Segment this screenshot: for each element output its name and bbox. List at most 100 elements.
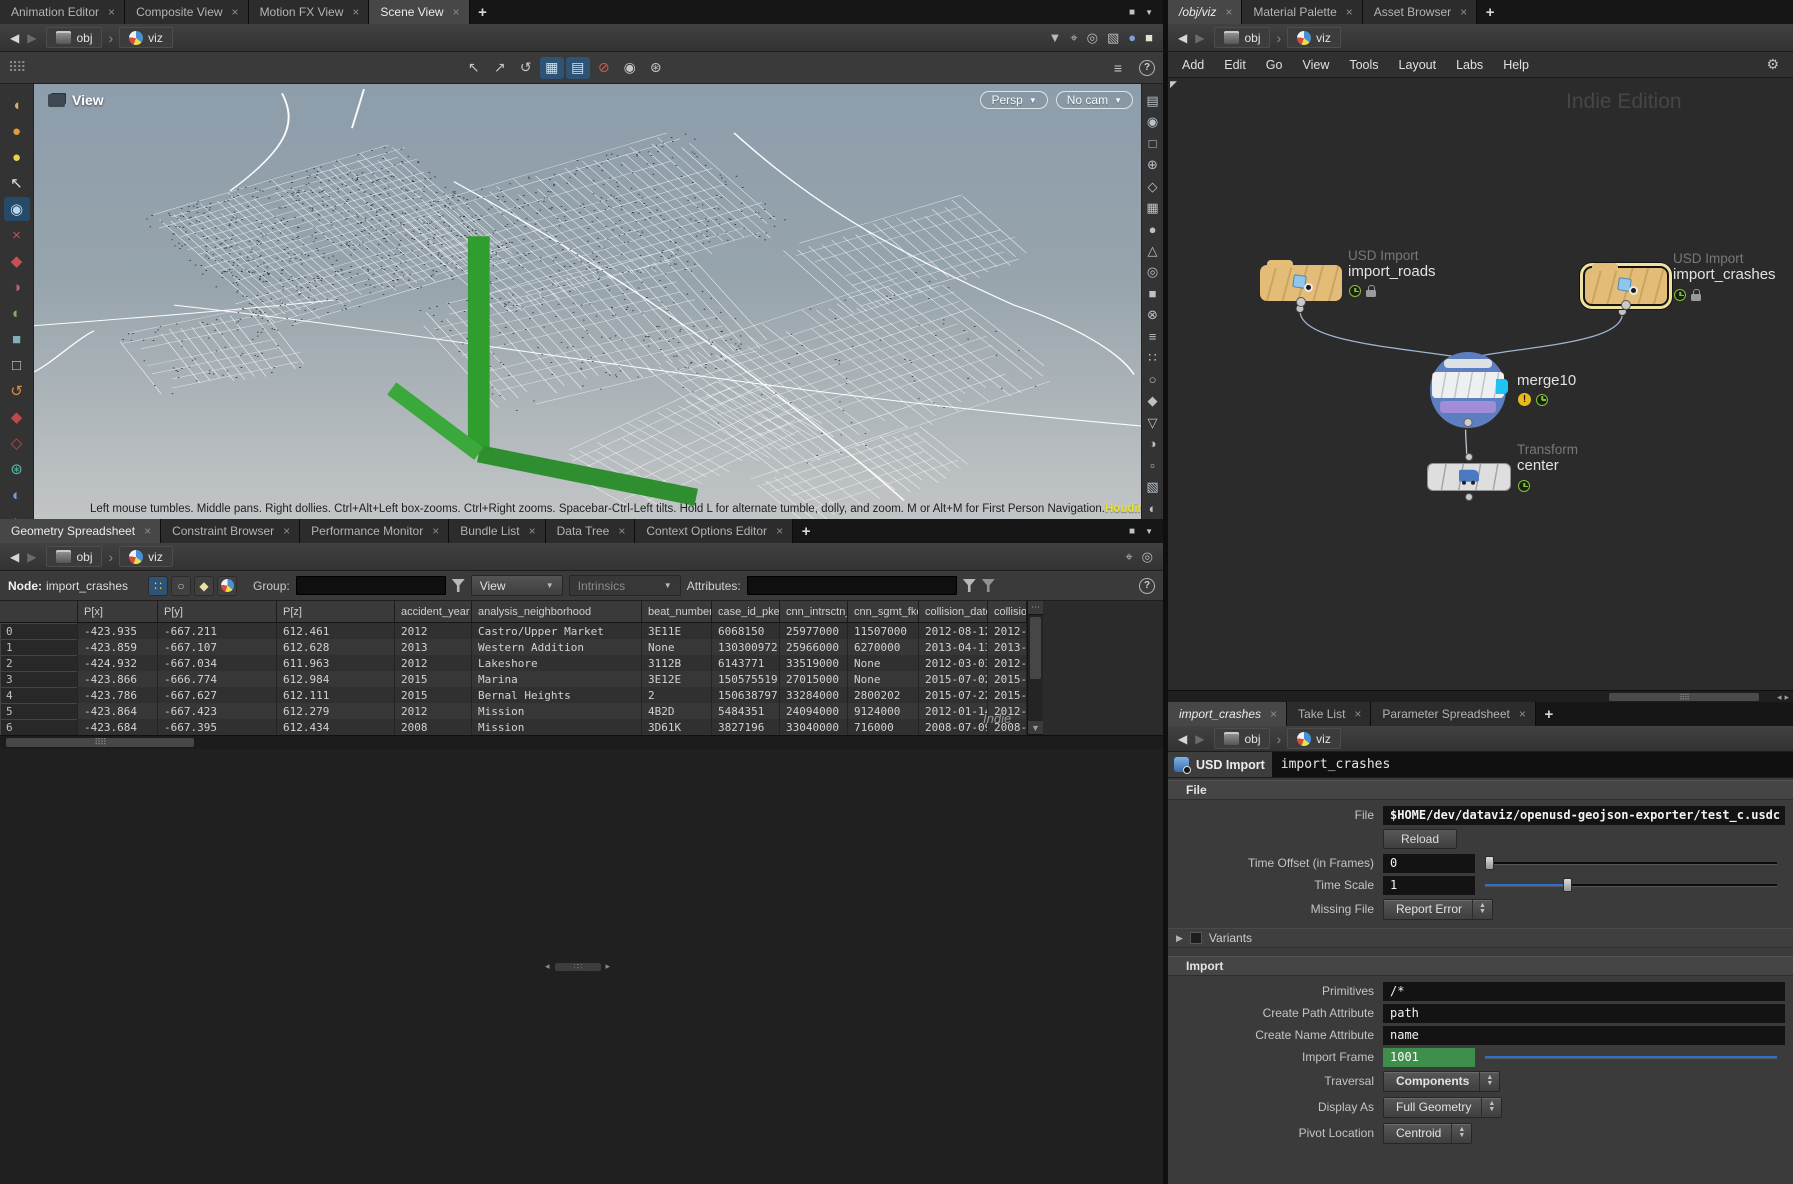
traversal-dropdown[interactable]: Components ▲ ▼ — [1383, 1070, 1501, 1092]
box-tool-icon[interactable]: ■ — [4, 327, 30, 351]
reload-button[interactable]: Reload — [1383, 829, 1458, 849]
table-cell[interactable]: 2013 — [395, 639, 472, 655]
section-import[interactable]: Import — [1168, 956, 1793, 976]
attributes-filter-icon[interactable] — [962, 579, 976, 592]
close-icon[interactable]: × — [352, 5, 359, 19]
sculpt-tool-icon[interactable]: ● — [4, 119, 30, 143]
close-icon[interactable]: × — [1460, 5, 1467, 19]
scroll-right-icon[interactable]: ▸ — [1784, 692, 1789, 703]
column-header[interactable]: cnn_sgmt_fkey — [848, 601, 919, 623]
forward-icon[interactable]: ▶ — [1195, 732, 1204, 746]
table-cell[interactable]: -667.627 — [158, 687, 277, 703]
table-cell[interactable]: 5484351 — [712, 703, 780, 719]
view-lines-icon[interactable]: ≡ — [1149, 326, 1157, 347]
view-moon-icon[interactable]: ◐ — [1149, 498, 1157, 519]
pane-tab[interactable]: Geometry Spreadsheet × — [0, 519, 162, 543]
character-red-icon[interactable]: ◆ — [4, 249, 30, 273]
time-offset-input[interactable]: 0 — [1383, 853, 1475, 873]
view-half-icon[interactable]: ◑ — [1149, 433, 1157, 454]
magnet-tool-icon[interactable]: ◆ — [4, 405, 30, 429]
column-header[interactable]: case_id_pkey — [712, 601, 780, 623]
table-cell[interactable]: -423.786 — [78, 687, 158, 703]
spinner-icon[interactable]: ▲ ▼ — [1451, 1123, 1471, 1143]
table-cell[interactable]: 2012-01-14T — [919, 703, 988, 719]
table-cell[interactable]: 2012-08-12T — [919, 623, 988, 639]
pane-tab[interactable]: Context Options Editor × — [635, 519, 794, 543]
table-cell[interactable]: Lakeshore — [472, 655, 642, 671]
table-cell[interactable]: 33519000 — [780, 655, 848, 671]
pane-tab[interactable]: import_crashes × — [1168, 702, 1288, 726]
back-icon[interactable]: ◀ — [1178, 732, 1187, 746]
table-cell[interactable]: 2008 — [395, 719, 472, 735]
column-overflow-icon[interactable]: ⋯ — [1028, 601, 1043, 615]
menu-item[interactable]: Edit — [1214, 58, 1256, 72]
lasso-select-icon[interactable]: ↺ — [514, 57, 538, 79]
import-frame-input[interactable]: 1001 — [1383, 1047, 1475, 1067]
display-settings-icon[interactable]: ⊛ — [644, 57, 668, 79]
view-box-icon[interactable]: □ — [1149, 133, 1157, 154]
spinner-icon[interactable]: ▲ ▼ — [1481, 1097, 1501, 1117]
link-cube-icon[interactable]: ▧ — [1107, 30, 1119, 46]
view-grid-icon[interactable]: ▤ — [1146, 90, 1158, 111]
table-cell[interactable]: 130300972 — [712, 639, 780, 655]
table-cell[interactable]: 2012-03-03T — [919, 655, 988, 671]
table-cell[interactable]: 150575519 — [712, 671, 780, 687]
row-index-cell[interactable]: 5 — [0, 703, 78, 719]
orbit-tool-icon[interactable]: ↺ — [4, 379, 30, 403]
group-filter-icon[interactable] — [451, 579, 465, 592]
pane-tab[interactable]: Motion FX View × — [248, 0, 370, 24]
breadcrumb-viz[interactable]: viz — [1287, 728, 1341, 749]
node-import-roads[interactable] — [1260, 260, 1342, 301]
view-shade-icon[interactable]: ▧ — [1146, 476, 1158, 497]
paint-mix-icon[interactable]: ◐ — [4, 301, 30, 325]
breadcrumb-obj[interactable]: obj — [1214, 27, 1271, 48]
table-cell[interactable]: Castro/Upper Market — [472, 623, 642, 639]
attributes-filter-alt-icon[interactable] — [981, 579, 995, 592]
path-history-icon[interactable]: ▼ — [1048, 30, 1061, 45]
table-cell[interactable]: 6068150 — [712, 623, 780, 639]
camera-icon[interactable]: ◉ — [618, 57, 642, 79]
table-cell[interactable]: 716000 — [848, 719, 919, 735]
close-icon[interactable]: × — [618, 524, 625, 538]
table-cell[interactable]: Mission — [472, 719, 642, 735]
row-index-cell[interactable]: 1 — [0, 639, 78, 655]
table-cell[interactable]: 3827196 — [712, 719, 780, 735]
vertices-mode-icon[interactable]: ○ — [171, 575, 192, 596]
table-cell[interactable]: -424.932 — [78, 655, 158, 671]
close-icon[interactable]: × — [776, 524, 783, 538]
table-cell[interactable]: 612.279 — [277, 703, 395, 719]
table-cell[interactable]: 4B2D — [642, 703, 712, 719]
table-cell[interactable]: None — [848, 655, 919, 671]
breadcrumb-obj[interactable]: obj — [46, 27, 103, 48]
output-connector[interactable] — [1465, 493, 1473, 501]
box-select-icon[interactable]: ▦ — [539, 56, 564, 79]
view-tri-down-icon[interactable]: ▽ — [1148, 412, 1158, 433]
table-cell[interactable]: None — [642, 639, 712, 655]
missing-file-dropdown[interactable]: Report Error ▲ ▼ — [1383, 898, 1493, 920]
display-as-dropdown[interactable]: Full Geometry ▲ ▼ — [1383, 1096, 1503, 1118]
intrinsics-dropdown[interactable]: Intrinsics ▼ — [568, 575, 681, 596]
table-cell[interactable]: -667.211 — [158, 623, 277, 639]
time-scale-input[interactable]: 1 — [1383, 875, 1475, 895]
menu-item[interactable]: Tools — [1339, 58, 1388, 72]
help-icon[interactable]: ? — [1139, 577, 1155, 594]
table-cell[interactable]: -423.684 — [78, 719, 158, 735]
vertical-scrollbar[interactable]: ⋯ ▼ — [1027, 601, 1043, 735]
close-icon[interactable]: × — [144, 524, 151, 538]
column-header[interactable]: collision_date — [919, 601, 988, 623]
table-cell[interactable]: -423.866 — [78, 671, 158, 687]
table-row[interactable]: 0 -423.935 -667.211 612.461 2012 Castro/Upper… — [0, 623, 1163, 639]
forward-icon[interactable]: ▶ — [27, 550, 36, 564]
scroll-right-icon[interactable]: ▸ — [606, 961, 611, 972]
create-path-attribute-input[interactable]: path — [1383, 1003, 1785, 1023]
spinner-icon[interactable]: ▲ ▼ — [1472, 899, 1492, 919]
select-arrow-icon[interactable]: ↖ — [4, 171, 30, 195]
close-icon[interactable]: × — [529, 524, 536, 538]
close-icon[interactable]: × — [1270, 707, 1277, 721]
row-index-cell[interactable]: 0 — [0, 623, 78, 639]
table-cell[interactable]: -667.395 — [158, 719, 277, 735]
table-cell[interactable]: 2 — [642, 687, 712, 703]
pane-display-icon[interactable]: ■ — [1129, 526, 1135, 537]
table-cell[interactable]: 2013-04-13T — [919, 639, 988, 655]
add-tab-button[interactable]: + — [1536, 702, 1562, 726]
